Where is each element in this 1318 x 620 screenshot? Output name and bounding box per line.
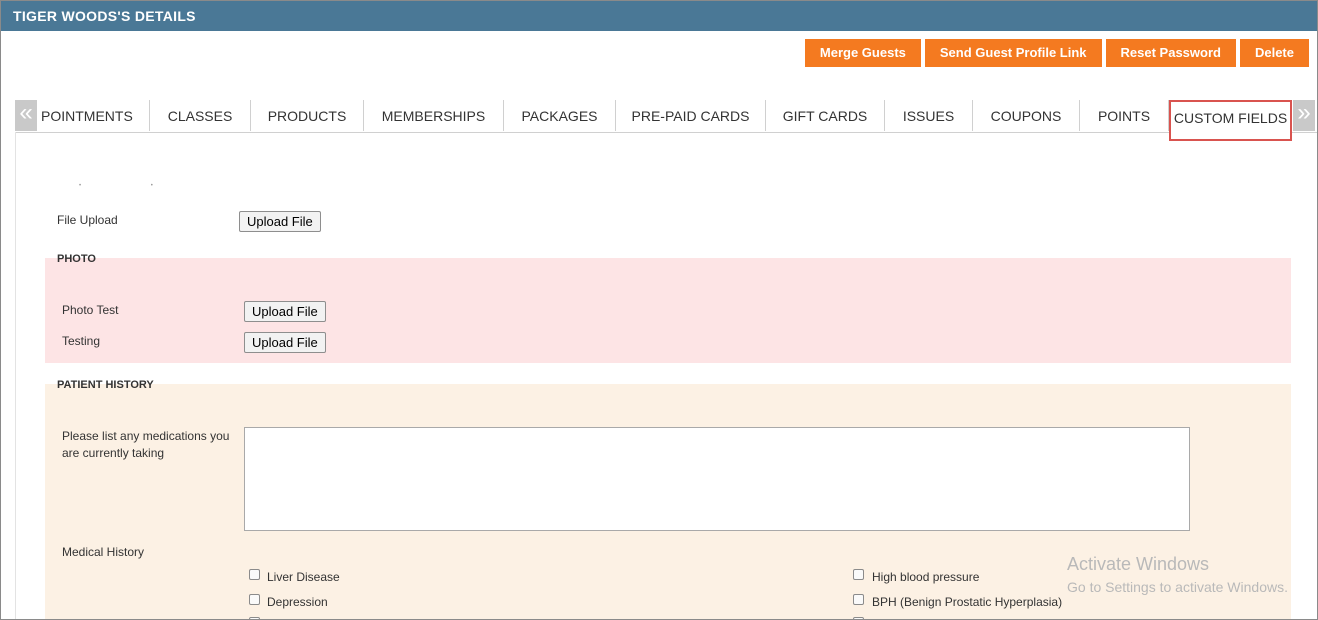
high-blood-pressure-checkbox[interactable]	[853, 569, 864, 580]
file-upload-label: File Upload	[57, 213, 118, 227]
title-bar: TIGER WOODS'S DETAILS	[1, 1, 1317, 31]
merge-guests-button[interactable]: Merge Guests	[804, 39, 921, 67]
patient-history-title: PATIENT HISTORY	[57, 379, 154, 391]
depression-label: Depression	[267, 595, 328, 609]
liver-disease-checkbox[interactable]	[249, 569, 260, 580]
tab-classes[interactable]: CLASSES	[150, 100, 251, 131]
tab-products[interactable]: PRODUCTS	[251, 100, 364, 131]
tab-gift-cards[interactable]: GIFT CARDS	[766, 100, 885, 131]
file-upload-button[interactable]: Upload File	[239, 211, 321, 232]
medical-history-label: Medical History	[62, 545, 145, 559]
depression-checkbox[interactable]	[249, 594, 260, 605]
page-title: TIGER WOODS'S DETAILS	[13, 8, 196, 24]
delete-button[interactable]: Delete	[1239, 39, 1309, 67]
bph-label: BPH (Benign Prostatic Hyperplasia)	[872, 595, 1063, 609]
scroll-left-icon[interactable]: «	[15, 100, 37, 131]
tab-appointments[interactable]: POINTMENTS	[37, 100, 150, 131]
activate-windows-watermark: Activate Windows	[1067, 554, 1210, 574]
medications-label-line2: are currently taking	[62, 446, 165, 460]
testing-upload-button[interactable]: Upload File	[244, 332, 326, 353]
medications-label-line1: Please list any medications you	[62, 429, 230, 443]
photo-section	[45, 258, 1291, 363]
tab-coupons[interactable]: COUPONS	[973, 100, 1080, 131]
reset-password-button[interactable]: Reset Password	[1105, 39, 1236, 67]
guest-details-window: TIGER WOODS'S DETAILS Merge Guests Send …	[0, 0, 1318, 620]
photo-section-title: PHOTO	[57, 253, 96, 265]
send-profile-link-button[interactable]: Send Guest Profile Link	[924, 39, 1102, 67]
decorative-dots: • •	[79, 183, 187, 189]
activate-windows-subtext: Go to Settings to activate Windows.	[1067, 579, 1288, 595]
liver-disease-label: Liver Disease	[267, 570, 340, 584]
tab-strip: « POINTMENTS CLASSES PRODUCTS MEMBERSHIP…	[15, 100, 1317, 141]
photo-test-label: Photo Test	[62, 303, 119, 317]
bph-checkbox[interactable]	[853, 594, 864, 605]
medications-textarea[interactable]	[244, 427, 1190, 531]
tab-points[interactable]: POINTS	[1080, 100, 1169, 131]
photo-test-upload-button[interactable]: Upload File	[244, 301, 326, 322]
testing-label: Testing	[62, 334, 101, 348]
tab-packages[interactable]: PACKAGES	[504, 100, 616, 131]
tab-memberships[interactable]: MEMBERSHIPS	[364, 100, 504, 131]
high-blood-pressure-label: High blood pressure	[872, 570, 980, 584]
action-buttons: Merge Guests Send Guest Profile Link Res…	[804, 39, 1309, 67]
tab-issues[interactable]: ISSUES	[885, 100, 973, 131]
tab-prepaid-cards[interactable]: PRE-PAID CARDS	[616, 100, 766, 131]
scroll-right-icon[interactable]: »	[1293, 100, 1315, 131]
